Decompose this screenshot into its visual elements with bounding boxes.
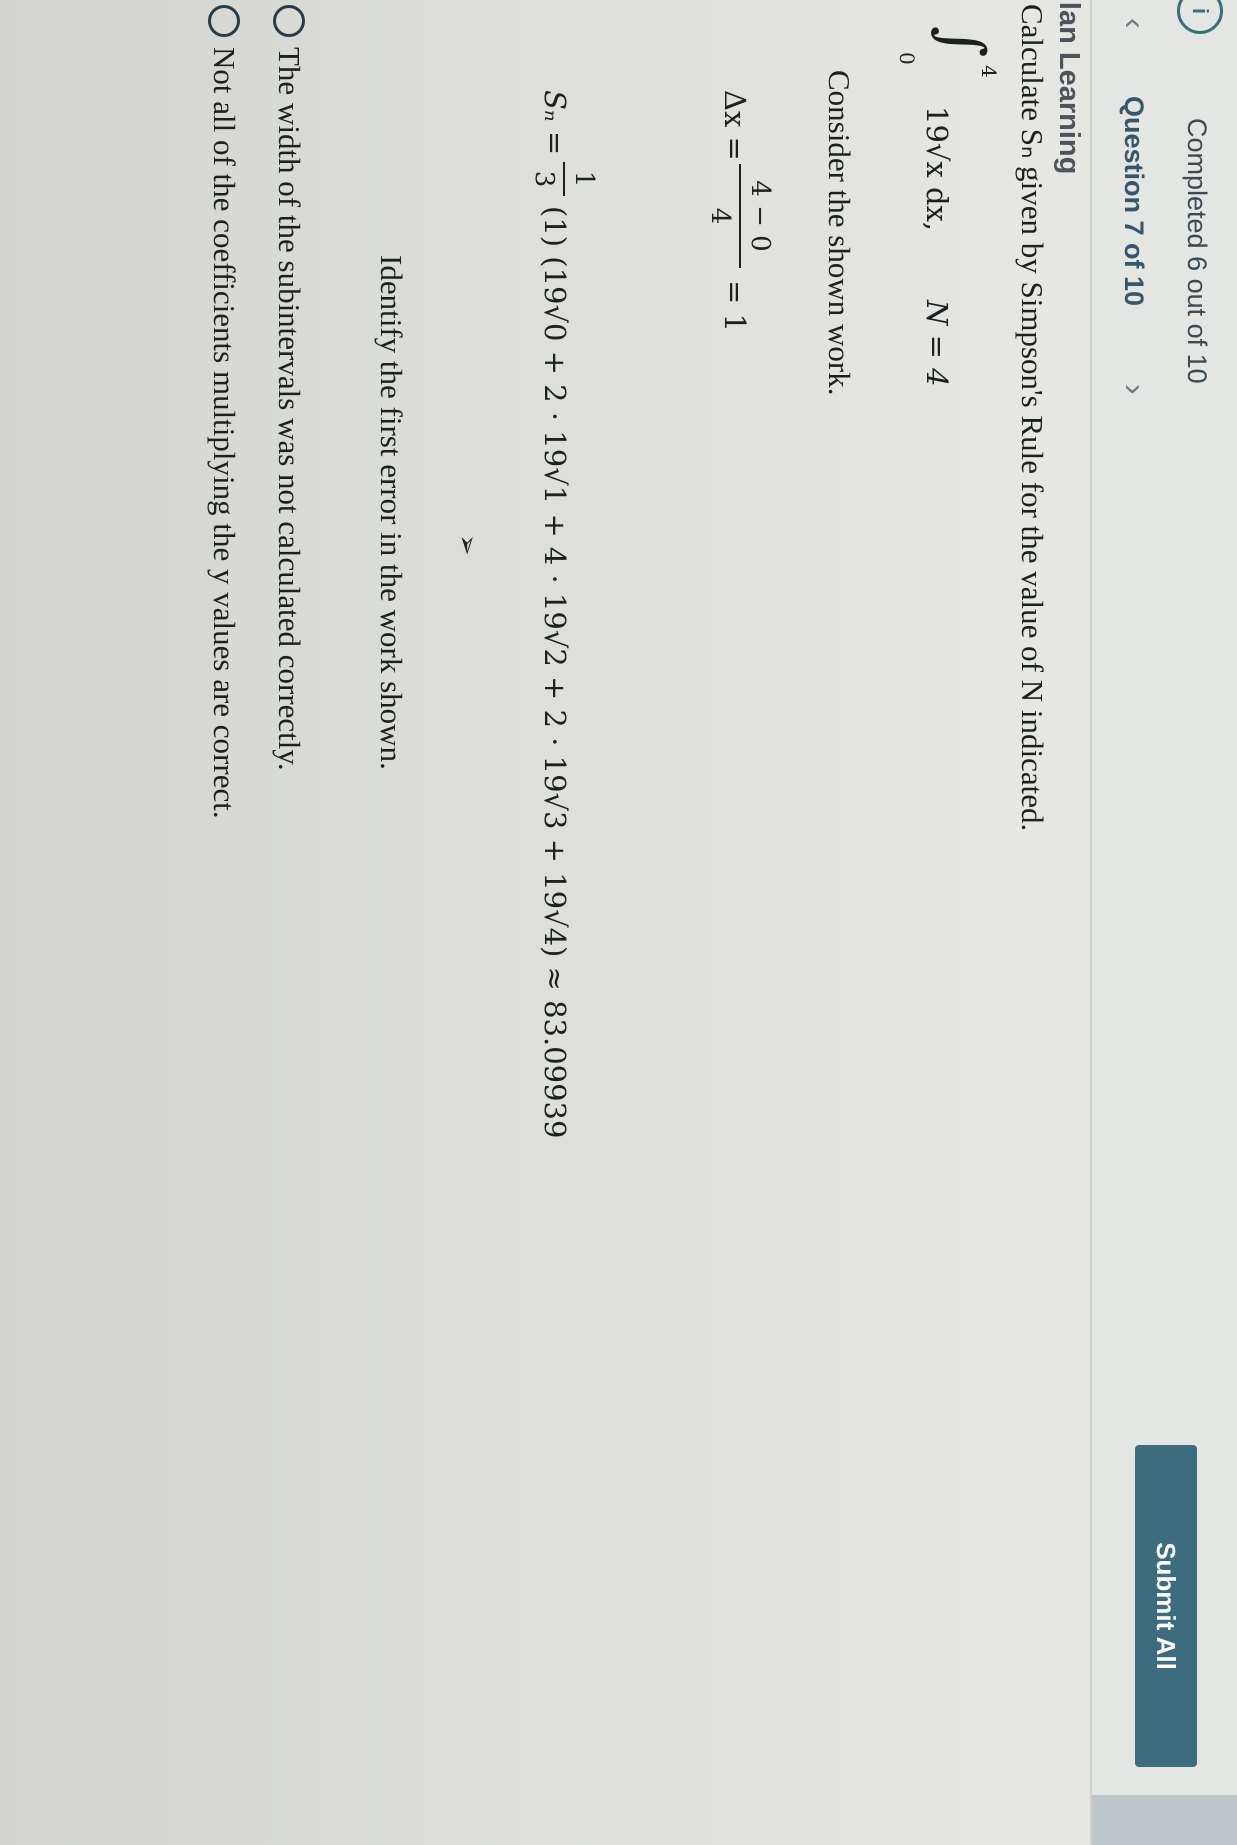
delta-x-fraction: 4 − 0 4 xyxy=(705,164,775,268)
option-label: Not all of the coefficients multiplying … xyxy=(207,47,242,819)
radio-button[interactable] xyxy=(208,5,240,37)
status-bar: i Completed 6 out of 10 ‹ Question 7 of … xyxy=(1090,0,1237,1845)
delta-x-result: = 1 xyxy=(718,280,752,332)
delta-x-label: Δx = xyxy=(718,90,752,161)
fraction-bar xyxy=(563,162,565,196)
integrand: 19√x dx, xyxy=(920,106,954,232)
delta-x-numerator: 4 − 0 xyxy=(745,180,775,252)
fraction-bar xyxy=(739,164,741,268)
work-intro: Consider the shown work. xyxy=(822,70,857,396)
delta-x-denominator: 4 xyxy=(705,207,735,225)
integral-sign-icon: ∫ xyxy=(927,26,997,58)
answer-option-2[interactable]: Not all of the coefficients multiplying … xyxy=(206,5,242,819)
question-screen: i Completed 6 out of 10 ‹ Question 7 of … xyxy=(0,0,1237,1845)
integral-lower-limit: 0 xyxy=(895,52,919,65)
submit-all-button[interactable]: Submit All xyxy=(1135,1445,1197,1767)
simpson-expression: (1) (19√0 + 2 · 19√1 + 4 · 19√2 + 2 · 19… xyxy=(538,206,572,1139)
edge-panel xyxy=(1092,1795,1237,1845)
integral-upper-limit: 4 xyxy=(977,65,1001,78)
chevron-left-icon[interactable]: ‹ xyxy=(1116,18,1153,29)
mouse-cursor-icon: ➢ xyxy=(453,534,482,556)
info-icon[interactable]: i xyxy=(1177,0,1223,34)
completed-status: Completed 6 out of 10 xyxy=(1182,118,1212,384)
n-value: N = 4 xyxy=(920,300,954,387)
option-label: The width of the subintervals was not ca… xyxy=(272,47,307,771)
identify-prompt: Identify the first error in the work sho… xyxy=(374,255,409,770)
brand-label: millan Learning xyxy=(1053,0,1085,175)
answer-option-1[interactable]: The width of the subintervals was not ca… xyxy=(271,5,307,771)
simpson-fraction: 1 3 xyxy=(529,162,599,196)
radio-button[interactable] xyxy=(273,5,305,37)
simpson-numerator: 1 xyxy=(569,170,599,188)
simpson-label: Sₙ = xyxy=(538,90,572,156)
question-prompt: Calculate Sₙ given by Simpson's Rule for… xyxy=(1015,4,1050,832)
question-navigator[interactable]: Question 7 of 10 xyxy=(1118,96,1149,306)
chevron-right-icon[interactable]: › xyxy=(1116,384,1153,395)
simpson-denominator: 3 xyxy=(529,170,559,188)
